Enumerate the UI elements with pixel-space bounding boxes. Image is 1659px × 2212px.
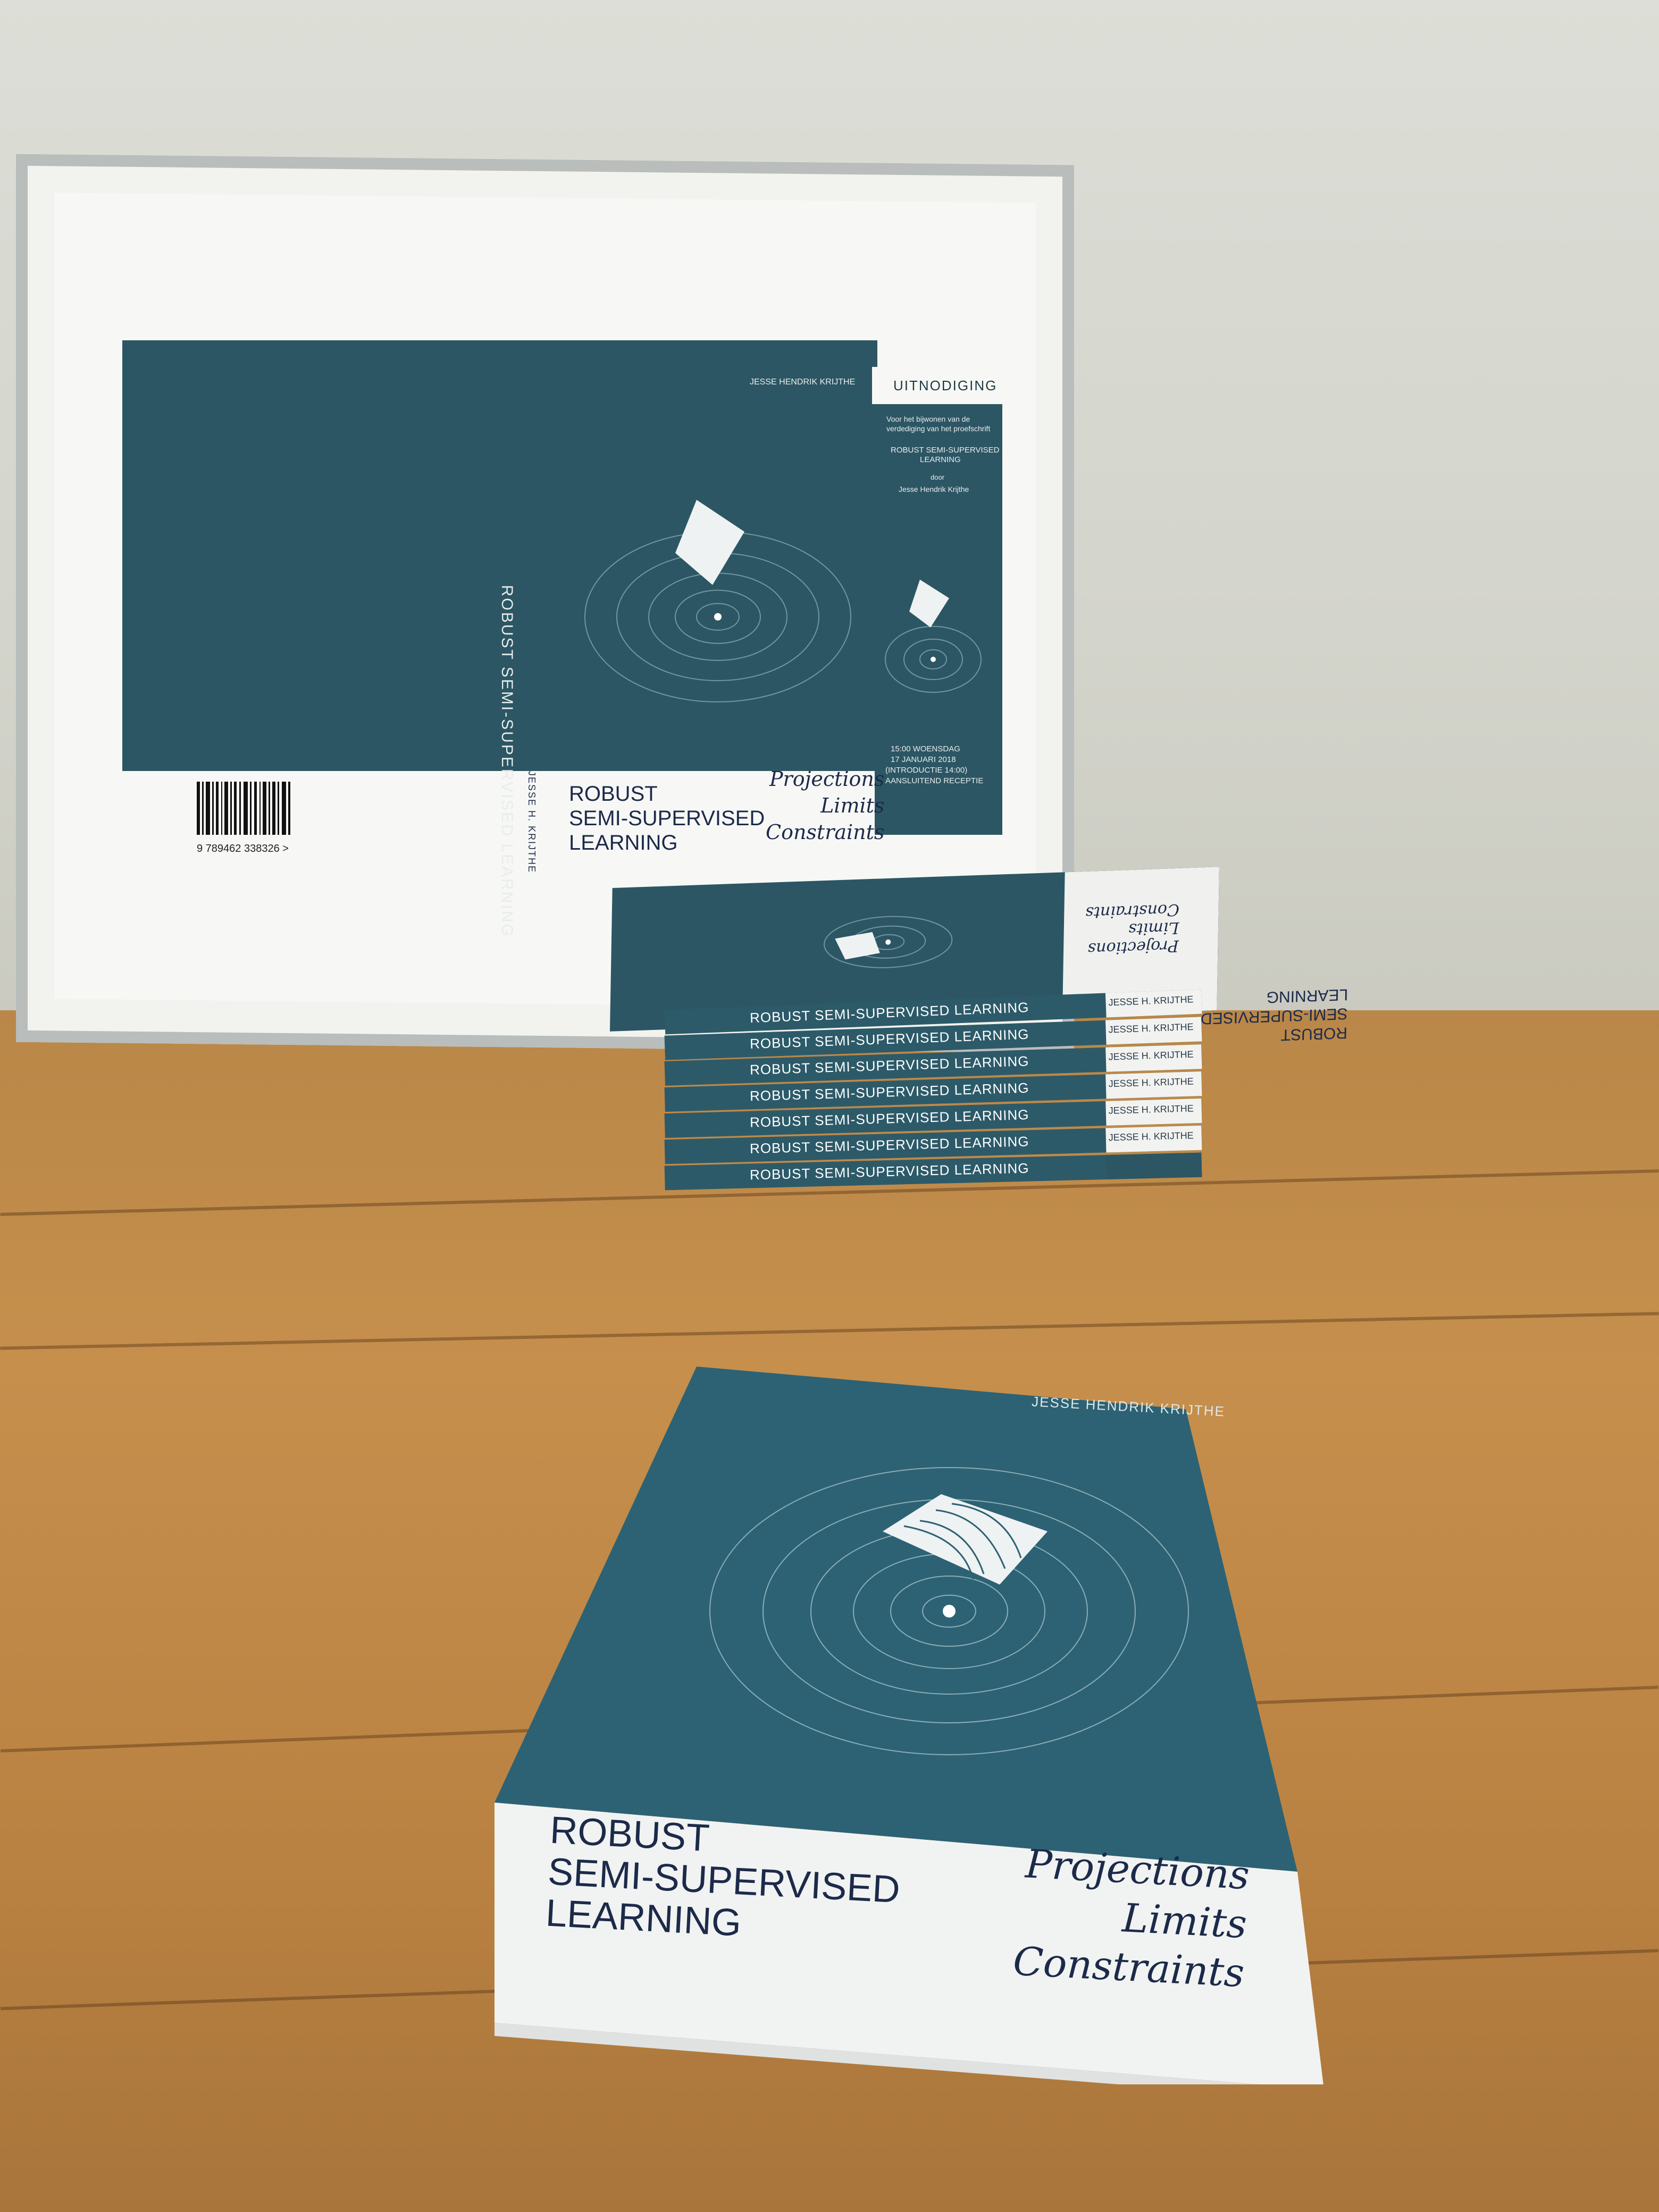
- spine-author: JESSE H. KRIJTHE: [1108, 1103, 1194, 1116]
- poster-spine-title: ROBUST SEMI-SUPERVISED LEARNING: [498, 585, 516, 938]
- spine-author: JESSE H. KRIJTHE: [1108, 1076, 1194, 1090]
- poster-title-1: ROBUST: [569, 782, 658, 806]
- plank-seam: [0, 1312, 1659, 1350]
- invite-name: Jesse Hendrik Krijthe: [899, 485, 969, 493]
- poster-spine-author: JESSE H. KRIJTHE: [526, 771, 537, 874]
- poster-subtitle-block: Projections Limits Constraints: [766, 766, 884, 845]
- book-title-block: ROBUST SEMI-SUPERVISED LEARNING: [544, 1809, 903, 1952]
- spine-title: ROBUST SEMI-SUPERVISED LEARNING: [749, 1053, 1029, 1078]
- poster-invitation-panel: Voor het bijwonen van de verdediging van…: [875, 372, 1002, 835]
- invite-time-1: 15:00 WOENSDAG: [891, 744, 960, 753]
- poster-sub-2: Limits: [820, 794, 885, 817]
- poster-cover-panel: JESSE HENDRIK KRIJTHE ROBUST SEMI-SUPERV…: [122, 340, 877, 938]
- spine-author: JESSE H. KRIJTHE: [1108, 994, 1194, 1008]
- poster-title-3: LEARNING: [569, 831, 678, 854]
- invite-door: door: [931, 473, 945, 481]
- invitation-label: UITNODIGING: [893, 378, 998, 393]
- invite-line-1: Voor het bijwonen van de: [886, 415, 970, 423]
- spine-author: JESSE H. KRIJTHE: [1108, 1049, 1194, 1062]
- invite-time-2: 17 JANUARI 2018: [891, 755, 956, 764]
- book-subtitle-block: Projections Limits Constraints: [1012, 1839, 1251, 1998]
- spine-title: ROBUST SEMI-SUPERVISED LEARNING: [749, 1106, 1029, 1130]
- poster-title-2: SEMI-SUPERVISED: [569, 807, 765, 830]
- stack-sub-1: Projections: [1087, 936, 1179, 958]
- spine-author: JESSE H. KRIJTHE: [1108, 1021, 1194, 1035]
- invitation-header: UITNODIGING: [872, 367, 1005, 404]
- poster-title-block: ROBUST SEMI-SUPERVISED LEARNING: [569, 782, 765, 855]
- invite-line-2: verdediging van het proefschrift: [886, 424, 991, 433]
- poster-author: JESSE HENDRIK KRIJTHE: [750, 378, 856, 387]
- invite-title-2: LEARNING: [920, 455, 961, 464]
- foreground-book: JESSE HENDRIK KRIJTHE ROBUST SEMI-SUPERV…: [495, 1367, 1324, 2084]
- poster-sub-1: Projections: [769, 767, 885, 791]
- spine-title: ROBUST SEMI-SUPERVISED LEARNING: [749, 1079, 1029, 1104]
- spine-title: ROBUST SEMI-SUPERVISED LEARNING: [749, 1133, 1029, 1157]
- stack-subtitles: Projections Limits Constraints: [1085, 900, 1179, 958]
- barcode: [197, 782, 290, 835]
- stack-titles: ROBUST SEMI-SUPERVISED LEARNING: [1200, 984, 1348, 1047]
- invite-time-3: (INTRODUCTIE 14:00): [885, 766, 968, 775]
- invite-time-4: AANSLUITEND RECEPTIE: [885, 776, 984, 785]
- spine-title: ROBUST SEMI-SUPERVISED LEARNING: [749, 1160, 1029, 1183]
- isbn-number: 9 789462 338326 >: [197, 843, 289, 854]
- stack-sub-3: Constraints: [1085, 900, 1180, 922]
- invite-title-1: ROBUST SEMI-SUPERVISED: [891, 446, 1000, 455]
- poster-sub-3: Constraints: [766, 820, 885, 844]
- spine-author: JESSE H. KRIJTHE: [1108, 1130, 1194, 1143]
